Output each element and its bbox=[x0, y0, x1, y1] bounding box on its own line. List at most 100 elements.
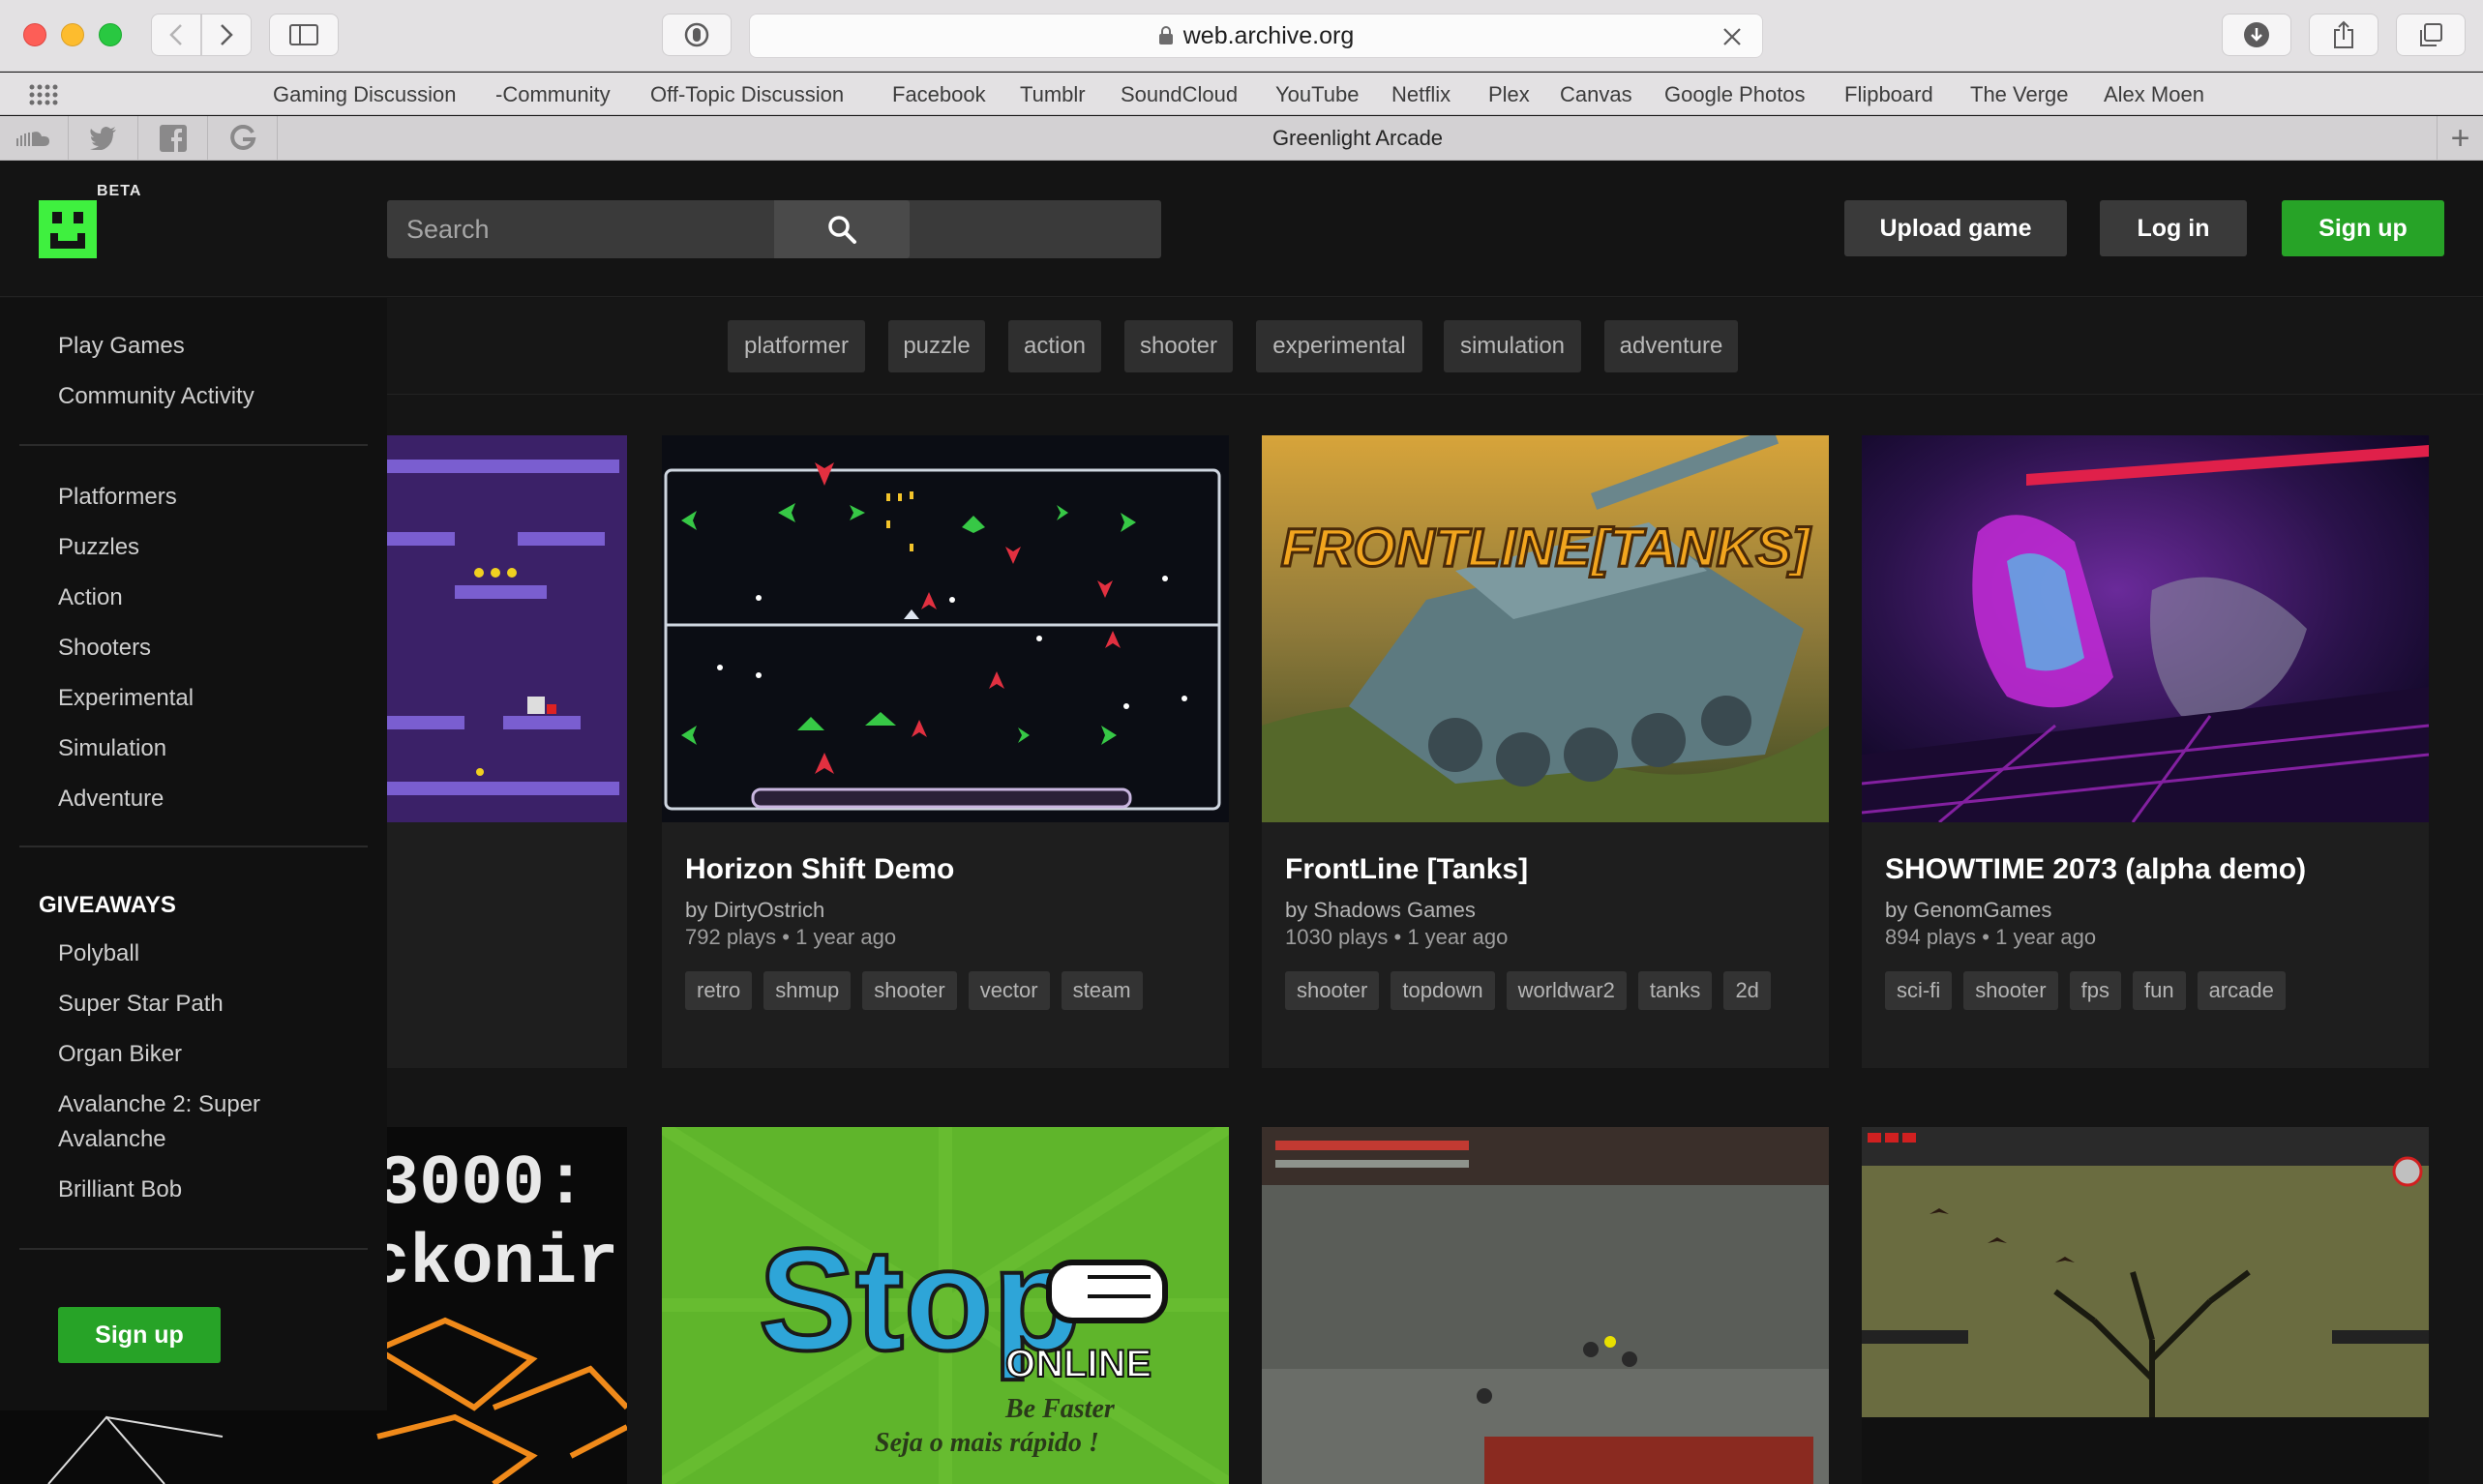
login-button[interactable]: Log in bbox=[2100, 200, 2247, 256]
game-card-showtime-2073[interactable]: SHOWTIME 2073 (alpha demo) by GenomGames… bbox=[1862, 435, 2429, 1068]
game-tag[interactable]: vector bbox=[968, 971, 1050, 1010]
sidebar-item-avalanche-2[interactable]: Avalanche 2: Super Avalanche bbox=[58, 1087, 329, 1157]
bookmark-item[interactable]: Google Photos bbox=[1664, 82, 1806, 107]
game-author[interactable]: by Shadows Games bbox=[1285, 898, 1476, 923]
bookmark-item[interactable]: Tumblr bbox=[1020, 82, 1086, 107]
bookmarks-bar: Gaming Discussion -Community Off-Topic D… bbox=[0, 73, 2483, 115]
game-tag[interactable]: worldwar2 bbox=[1506, 971, 1627, 1010]
beta-badge: BETA bbox=[97, 183, 142, 199]
sidebar-item-organ-biker[interactable]: Organ Biker bbox=[58, 1037, 182, 1072]
signup-button[interactable]: Sign up bbox=[2282, 200, 2444, 256]
bookmark-item[interactable]: Off-Topic Discussion bbox=[650, 82, 844, 107]
game-tag[interactable]: 2d bbox=[1723, 971, 1771, 1010]
back-button[interactable] bbox=[151, 14, 201, 56]
minimize-window-button[interactable] bbox=[61, 23, 84, 46]
tag-puzzle[interactable]: puzzle bbox=[888, 320, 985, 372]
upload-game-button[interactable]: Upload game bbox=[1844, 200, 2067, 256]
bookmark-item[interactable]: Canvas bbox=[1560, 82, 1632, 107]
game-tag[interactable]: steam bbox=[1061, 971, 1143, 1010]
pinned-tab-facebook[interactable] bbox=[139, 116, 208, 161]
game-tag[interactable]: shooter bbox=[1963, 971, 2058, 1010]
sidebar-item-brilliant-bob[interactable]: Brilliant Bob bbox=[58, 1172, 182, 1207]
pinned-tab-twitter[interactable] bbox=[70, 116, 138, 161]
greenlight-logo[interactable] bbox=[39, 200, 97, 263]
browser-toolbar: web.archive.org bbox=[0, 0, 2483, 72]
game-tag[interactable]: shmup bbox=[763, 971, 852, 1010]
tabs-overview-button[interactable] bbox=[2396, 14, 2466, 56]
game-title[interactable]: Horizon Shift Demo bbox=[685, 853, 954, 886]
hand-icon bbox=[1046, 1260, 1168, 1323]
sidebar-item-action[interactable]: Action bbox=[58, 580, 123, 615]
search-button[interactable] bbox=[774, 200, 910, 258]
lock-icon bbox=[1158, 26, 1173, 45]
tag-platformer[interactable]: platformer bbox=[728, 320, 865, 372]
pinned-tab-soundcloud[interactable] bbox=[0, 116, 69, 161]
google-icon bbox=[230, 125, 256, 150]
tag-experimental[interactable]: experimental bbox=[1256, 320, 1422, 372]
game-thumbnail: Stop ONLINE Be Faster Seja o mais rápido… bbox=[662, 1127, 1229, 1484]
game-tag[interactable]: arcade bbox=[2197, 971, 2286, 1010]
sidebar-item-simulation[interactable]: Simulation bbox=[58, 731, 166, 766]
sidebar-signup-button[interactable]: Sign up bbox=[58, 1307, 221, 1363]
game-tag[interactable]: retro bbox=[685, 971, 753, 1010]
game-author[interactable]: by GenomGames bbox=[1885, 898, 2051, 923]
sidebar-toggle-button[interactable] bbox=[269, 14, 339, 56]
pinned-tab-google[interactable] bbox=[209, 116, 278, 161]
game-card-horizon-shift[interactable]: Horizon Shift Demo by DirtyOstrich 792 p… bbox=[662, 435, 1229, 1068]
game-card[interactable] bbox=[1262, 1127, 1829, 1484]
close-window-button[interactable] bbox=[23, 23, 46, 46]
shield-icon bbox=[684, 22, 709, 47]
game-card-stop-online[interactable]: Stop ONLINE Be Faster Seja o mais rápido… bbox=[662, 1127, 1229, 1484]
sidebar-item-super-star-path[interactable]: Super Star Path bbox=[58, 987, 224, 1022]
thumbnail-text: ckonir bbox=[368, 1224, 618, 1303]
bookmark-item[interactable]: Flipboard bbox=[1844, 82, 1933, 107]
zoom-window-button[interactable] bbox=[99, 23, 122, 46]
download-icon bbox=[2244, 22, 2269, 47]
downloads-button[interactable] bbox=[2222, 14, 2291, 56]
game-tag[interactable]: shooter bbox=[862, 971, 957, 1010]
search-icon bbox=[828, 216, 856, 244]
sidebar-item-puzzles[interactable]: Puzzles bbox=[58, 530, 139, 565]
bookmark-item[interactable]: SoundCloud bbox=[1121, 82, 1238, 107]
sidebar-item-shooters[interactable]: Shooters bbox=[58, 631, 151, 666]
game-title[interactable]: SHOWTIME 2073 (alpha demo) bbox=[1885, 853, 2306, 886]
privacy-button[interactable] bbox=[662, 14, 732, 56]
chevron-right-icon bbox=[221, 24, 233, 45]
tag-shooter[interactable]: shooter bbox=[1124, 320, 1233, 372]
game-tag[interactable]: fps bbox=[2069, 971, 2121, 1010]
game-title[interactable]: FrontLine [Tanks] bbox=[1285, 853, 1528, 886]
bookmark-item[interactable]: Netflix bbox=[1391, 82, 1451, 107]
grid-icon[interactable] bbox=[29, 84, 58, 105]
game-tag[interactable]: tanks bbox=[1637, 971, 1713, 1010]
bookmark-item[interactable]: Facebook bbox=[892, 82, 986, 107]
game-author[interactable]: by DirtyOstrich bbox=[685, 898, 824, 923]
active-tab[interactable]: Greenlight Arcade bbox=[279, 116, 2437, 161]
address-bar[interactable]: web.archive.org bbox=[749, 14, 1763, 58]
sidebar-item-polyball[interactable]: Polyball bbox=[58, 936, 139, 971]
game-tag[interactable]: topdown bbox=[1391, 971, 1495, 1010]
tag-simulation[interactable]: simulation bbox=[1444, 320, 1581, 372]
game-card-frontline-tanks[interactable]: FRONTLINE[TANKS] FrontLine [Tanks] by Sh… bbox=[1262, 435, 1829, 1068]
tag-adventure[interactable]: adventure bbox=[1604, 320, 1738, 372]
game-thumbnail bbox=[662, 435, 1229, 822]
sidebar-item-adventure[interactable]: Adventure bbox=[58, 782, 164, 816]
new-tab-button[interactable]: + bbox=[2437, 116, 2483, 161]
bookmark-item[interactable]: Plex bbox=[1488, 82, 1530, 107]
game-tag[interactable]: sci-fi bbox=[1885, 971, 1953, 1010]
game-tag[interactable]: fun bbox=[2132, 971, 2186, 1010]
bookmark-item[interactable]: Alex Moen bbox=[2104, 82, 2204, 107]
sidebar-item-experimental[interactable]: Experimental bbox=[58, 681, 194, 716]
bookmark-item[interactable]: -Community bbox=[495, 82, 611, 107]
close-icon[interactable] bbox=[1721, 26, 1743, 47]
share-button[interactable] bbox=[2309, 14, 2378, 56]
bookmark-item[interactable]: Gaming Discussion bbox=[273, 82, 457, 107]
game-card[interactable] bbox=[1862, 1127, 2429, 1484]
bookmark-item[interactable]: The Verge bbox=[1970, 82, 2069, 107]
forward-button[interactable] bbox=[201, 14, 252, 56]
sidebar-item-community-activity[interactable]: Community Activity bbox=[58, 379, 254, 414]
game-tag[interactable]: shooter bbox=[1285, 971, 1380, 1010]
sidebar-item-platformers[interactable]: Platformers bbox=[58, 480, 177, 515]
bookmark-item[interactable]: YouTube bbox=[1275, 82, 1359, 107]
tag-action[interactable]: action bbox=[1008, 320, 1101, 372]
sidebar-item-play-games[interactable]: Play Games bbox=[58, 329, 185, 364]
